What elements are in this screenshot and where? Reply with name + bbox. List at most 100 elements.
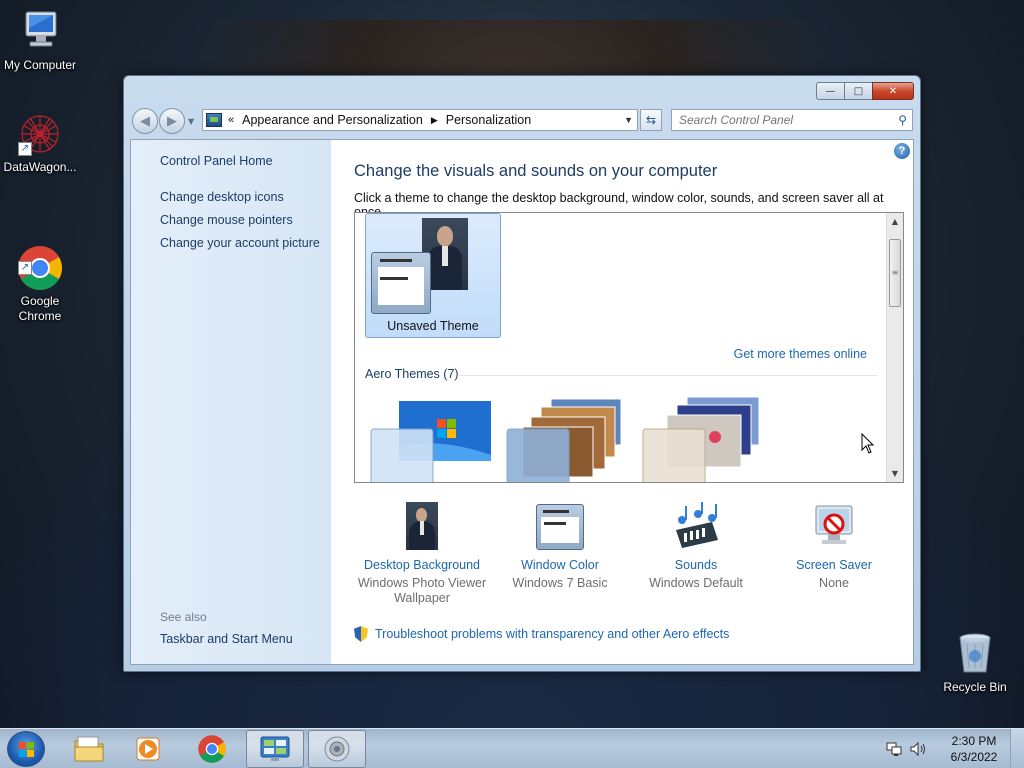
datawagon-icon: ↗	[16, 110, 64, 158]
breadcrumb-personalization[interactable]: Personalization	[446, 113, 531, 127]
refresh-button[interactable]: ⇆	[640, 109, 662, 131]
breadcrumb-overflow[interactable]: «	[228, 114, 234, 126]
taskbar-file-explorer[interactable]	[60, 730, 118, 768]
help-icon[interactable]: ?	[894, 143, 910, 159]
clock-date: 6/3/2022	[950, 750, 998, 764]
window-controls: — □ ✕	[816, 82, 914, 100]
show-desktop-button[interactable]	[1010, 729, 1024, 768]
screen-saver-item[interactable]: Screen Saver None	[766, 500, 902, 591]
screen-saver-link[interactable]: Screen Saver	[766, 558, 902, 572]
desktop-background-value: Windows Photo Viewer Wallpaper	[357, 576, 487, 605]
change-account-picture-link[interactable]: Change your account picture	[160, 236, 320, 250]
change-mouse-pointers-link[interactable]: Change mouse pointers	[160, 213, 293, 227]
speaker-icon	[324, 736, 350, 762]
back-arrow-icon: ◀	[140, 113, 150, 129]
refresh-icon: ⇆	[645, 113, 657, 127]
scroll-up-icon[interactable]: ▲	[887, 213, 903, 230]
address-bar[interactable]: « Appearance and Personalization ▶ Perso…	[202, 109, 638, 131]
sounds-icon	[672, 500, 720, 552]
desktop-icon-recycle-bin[interactable]: Recycle Bin	[935, 630, 1015, 695]
desktop-background-item[interactable]: Desktop Background Windows Photo Viewer …	[354, 500, 490, 606]
sounds-link[interactable]: Sounds	[628, 558, 764, 572]
personalization-window: — □ ✕ ◀ ▶ ▼ « Appearance and Personaliza…	[123, 75, 921, 672]
chrome-icon	[198, 735, 226, 763]
theme-list[interactable]: Unsaved Theme Get more themes online Aer…	[354, 212, 904, 483]
start-button[interactable]	[7, 731, 45, 767]
recycle-bin-icon	[951, 630, 999, 678]
desktop-icon-my-computer[interactable]: My Computer	[0, 8, 80, 73]
screen-saver-value: None	[819, 576, 849, 590]
search-icon[interactable]: ⚲	[898, 113, 907, 127]
desktop-background-icon	[398, 500, 446, 552]
theme-components: Desktop Background Windows Photo Viewer …	[354, 500, 904, 610]
shield-icon	[354, 626, 368, 642]
see-also-heading: See also	[160, 610, 207, 624]
maximize-button[interactable]: □	[844, 82, 872, 100]
back-button[interactable]: ◀	[132, 108, 158, 134]
taskbar-sounds[interactable]	[308, 730, 366, 768]
clock[interactable]: 2:30 PM 6/3/2022	[938, 733, 1010, 765]
desktop-icon-label: My Computer	[3, 58, 77, 72]
taskbar: 2:30 PM 6/3/2022	[0, 728, 1024, 768]
sounds-value: Windows Default	[649, 576, 743, 590]
theme-characters[interactable]	[641, 396, 765, 482]
desktop-icon-label: DataWagon...	[3, 160, 77, 174]
close-button[interactable]: ✕	[872, 82, 914, 100]
desktop-background-link[interactable]: Desktop Background	[354, 558, 490, 572]
clock-time: 2:30 PM	[951, 734, 997, 748]
computer-icon	[16, 8, 64, 56]
theme-architecture[interactable]	[505, 397, 629, 482]
desktop-icon-label: Google Chrome	[18, 294, 62, 323]
minimize-button[interactable]: —	[816, 82, 844, 100]
desktop-icon-datawagon[interactable]: ↗ DataWagon...	[0, 110, 80, 175]
breadcrumb-appearance[interactable]: Appearance and Personalization	[242, 113, 423, 127]
address-dropdown-icon[interactable]: ▼	[624, 115, 633, 125]
window-color-value: Windows 7 Basic	[512, 576, 608, 590]
forward-arrow-icon: ▶	[167, 113, 177, 129]
network-icon[interactable]	[886, 742, 902, 756]
system-tray: 2:30 PM 6/3/2022	[886, 729, 1024, 768]
taskbar-start-menu-link[interactable]: Taskbar and Start Menu	[160, 632, 293, 646]
search-box: ⚲	[671, 109, 913, 131]
sounds-item[interactable]: Sounds Windows Default	[628, 500, 764, 591]
window-color-link[interactable]: Window Color	[492, 558, 628, 572]
theme-window-preview	[371, 252, 431, 314]
troubleshoot-label[interactable]: Troubleshoot problems with transparency …	[375, 627, 729, 641]
troubleshoot-link[interactable]: Troubleshoot problems with transparency …	[354, 626, 729, 642]
control-panel-icon	[260, 736, 290, 761]
taskbar-control-panel[interactable]	[246, 730, 304, 768]
taskbar-google-chrome[interactable]	[183, 730, 241, 768]
control-panel-icon	[206, 113, 222, 127]
scroll-thumb[interactable]: ≡	[889, 239, 901, 307]
forward-button[interactable]: ▶	[159, 108, 185, 134]
windows-logo-icon	[19, 742, 35, 758]
page-title: Change the visuals and sounds on your co…	[354, 162, 718, 180]
taskbar-media-player[interactable]	[120, 730, 178, 768]
theme-label: Unsaved Theme	[387, 319, 479, 333]
theme-unsaved[interactable]: Unsaved Theme	[365, 213, 501, 338]
aero-themes-group-header[interactable]: Aero Themes (7)	[365, 367, 459, 381]
shortcut-arrow-icon: ↗	[18, 142, 32, 156]
desktop-icon-google-chrome[interactable]: ↗ Google Chrome	[0, 214, 80, 324]
chrome-icon: ↗	[16, 229, 64, 290]
change-desktop-icons-link[interactable]: Change desktop icons	[160, 190, 284, 204]
group-divider	[459, 375, 877, 376]
get-more-themes-link[interactable]: Get more themes online	[734, 347, 867, 361]
breadcrumb-separator-icon[interactable]: ▶	[431, 115, 438, 126]
window-color-icon	[536, 500, 584, 552]
folder-icon	[74, 736, 104, 762]
desktop-icon-label: Recycle Bin	[943, 680, 1007, 694]
control-panel-home-link[interactable]: Control Panel Home	[160, 154, 273, 168]
theme-list-scrollbar[interactable]: ▲ ≡ ▼	[886, 213, 903, 482]
theme-windows-7[interactable]	[369, 397, 493, 482]
recent-pages-dropdown[interactable]: ▼	[188, 117, 198, 134]
content-area: Control Panel Home Change desktop icons …	[130, 139, 914, 665]
scroll-down-icon[interactable]: ▼	[887, 465, 903, 482]
left-pane: Control Panel Home Change desktop icons …	[131, 140, 331, 664]
shortcut-arrow-icon: ↗	[18, 261, 32, 275]
volume-icon[interactable]	[910, 741, 928, 757]
navigation-buttons: ◀ ▶ ▼	[132, 108, 198, 134]
screen-saver-icon	[810, 500, 858, 552]
window-color-item[interactable]: Window Color Windows 7 Basic	[492, 500, 628, 591]
search-input[interactable]	[679, 113, 879, 127]
